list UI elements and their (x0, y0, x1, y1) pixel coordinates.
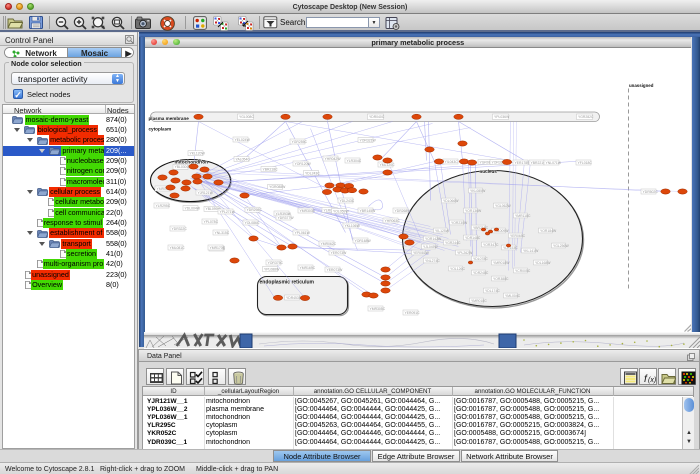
svg-text:YOR375C: YOR375C (267, 260, 283, 264)
svg-text:YDR377W: YDR377W (277, 215, 294, 219)
svg-text:YDR148C: YDR148C (465, 235, 481, 239)
svg-text:YDR453C: YDR453C (286, 295, 302, 299)
svg-text:YOL126C: YOL126C (450, 266, 465, 270)
svg-text:YMR169C: YMR169C (299, 265, 315, 269)
svg-text:YOR136W: YOR136W (465, 208, 482, 212)
svg-text:YOR388C: YOR388C (493, 276, 509, 280)
svg-text:YKL106W: YKL106W (344, 223, 360, 227)
svg-text:YKL141W: YKL141W (523, 248, 539, 252)
svg-text:YOR142W: YOR142W (425, 236, 442, 240)
svg-text:YNL071W: YNL071W (545, 160, 561, 164)
svg-text:YML120C: YML120C (379, 162, 395, 166)
svg-text:YDR502C: YDR502C (642, 189, 658, 193)
svg-text:YOR230W: YOR230W (451, 220, 468, 224)
svg-text:YDR322C: YDR322C (171, 226, 187, 230)
svg-text:YBL030C: YBL030C (174, 165, 189, 169)
svg-text:YCR005C: YCR005C (515, 268, 531, 272)
svg-text:YDL243C: YDL243C (305, 171, 320, 175)
svg-text:YMR305C: YMR305C (369, 306, 385, 310)
svg-text:YGR088W: YGR088W (269, 185, 286, 189)
svg-text:YDL004W: YDL004W (184, 206, 200, 210)
svg-text:YPL262W: YPL262W (457, 250, 473, 254)
svg-text:YER081W: YER081W (413, 250, 430, 254)
svg-text:plasma membrane: plasma membrane (148, 116, 189, 121)
svg-text:YHR063C: YHR063C (384, 218, 400, 222)
svg-text:YDL243C: YDL243C (339, 198, 354, 202)
svg-text:YMR018W: YMR018W (493, 260, 510, 264)
svg-text:YMR062C: YMR062C (320, 241, 336, 245)
svg-text:YMR118C: YMR118C (515, 213, 531, 217)
svg-text:YJR121W: YJR121W (197, 190, 213, 194)
svg-text:YDL078C: YDL078C (473, 256, 488, 260)
svg-text:YKL085W: YKL085W (470, 188, 486, 192)
svg-text:YER065C: YER065C (510, 233, 526, 237)
svg-text:nucleus: nucleus (479, 169, 497, 174)
svg-text:YMR018C: YMR018C (471, 298, 487, 302)
svg-text:YPL078C: YPL078C (203, 219, 218, 223)
svg-text:YML081C: YML081C (169, 245, 185, 249)
svg-text:YBR218C: YBR218C (473, 225, 489, 229)
svg-text:YPL036W: YPL036W (494, 115, 510, 119)
svg-text:YKL120W: YKL120W (189, 151, 205, 155)
svg-text:YDR248C: YDR248C (473, 270, 489, 274)
svg-text:YFL018C: YFL018C (577, 160, 592, 164)
svg-text:YNL315C: YNL315C (214, 230, 229, 234)
svg-text:YAL054C: YAL054C (235, 157, 250, 161)
svg-text:YER178W: YER178W (514, 160, 531, 164)
svg-text:YHR042W: YHR042W (324, 156, 341, 160)
svg-text:YEL024W: YEL024W (234, 137, 250, 141)
svg-text:YGL256W: YGL256W (553, 243, 569, 247)
svg-text:(x): (x) (648, 377, 656, 384)
svg-text:YOR184W: YOR184W (540, 228, 557, 232)
svg-text:mitochondrion: mitochondrion (174, 159, 208, 165)
svg-text:YER073W: YER073W (326, 267, 343, 271)
svg-text:YOL059W: YOL059W (333, 209, 349, 213)
svg-text:YGR282C: YGR282C (578, 115, 594, 119)
svg-text:YJL045W: YJL045W (423, 244, 438, 248)
svg-text:YPL271W: YPL271W (219, 209, 235, 213)
svg-text:cytoplasm: cytoplasm (148, 126, 171, 131)
svg-text:endoplasmic reticulum: endoplasmic reticulum (259, 279, 314, 285)
svg-text:YOR321W: YOR321W (359, 138, 376, 142)
svg-text:YNL274C: YNL274C (425, 258, 440, 262)
svg-text:YGL062W: YGL062W (495, 203, 511, 207)
svg-text:YDL066W: YDL066W (443, 198, 459, 202)
svg-text:YDR268W: YDR268W (394, 208, 411, 212)
svg-text:YML004C: YML004C (505, 293, 521, 297)
svg-text:YPL088W: YPL088W (264, 267, 280, 271)
svg-text:YOL086C: YOL086C (244, 220, 259, 224)
svg-text:YGR255C: YGR255C (291, 139, 307, 143)
svg-text:YBR218C: YBR218C (262, 167, 278, 171)
svg-text:YLR304C: YLR304C (346, 158, 361, 162)
svg-text:YOR120W: YOR120W (294, 161, 311, 165)
svg-text:YMR170C: YMR170C (209, 245, 225, 249)
svg-text:YDR040C: YDR040C (369, 115, 385, 119)
svg-text:YDL168W: YDL168W (535, 260, 551, 264)
svg-text:YER091C: YER091C (404, 310, 420, 314)
svg-text:YLR295C: YLR295C (155, 203, 170, 207)
svg-text:YGL008C: YGL008C (239, 115, 254, 119)
svg-text:YER073W: YER073W (330, 250, 347, 254)
svg-text:YGR244C: YGR244C (445, 240, 461, 244)
svg-text:YIL043C: YIL043C (444, 159, 458, 163)
svg-text:YOR347C: YOR347C (483, 242, 499, 246)
svg-text:YIL125W: YIL125W (435, 228, 450, 232)
svg-text:YDL174C: YDL174C (485, 288, 500, 292)
svg-text:unassigned: unassigned (629, 83, 654, 88)
svg-text:YPL061W: YPL061W (294, 230, 310, 234)
svg-text:YOR168W: YOR168W (354, 238, 371, 242)
svg-text:YMR303C: YMR303C (299, 208, 315, 212)
svg-text:YBR145W: YBR145W (359, 208, 376, 212)
svg-text:YDR298C: YDR298C (246, 208, 262, 212)
